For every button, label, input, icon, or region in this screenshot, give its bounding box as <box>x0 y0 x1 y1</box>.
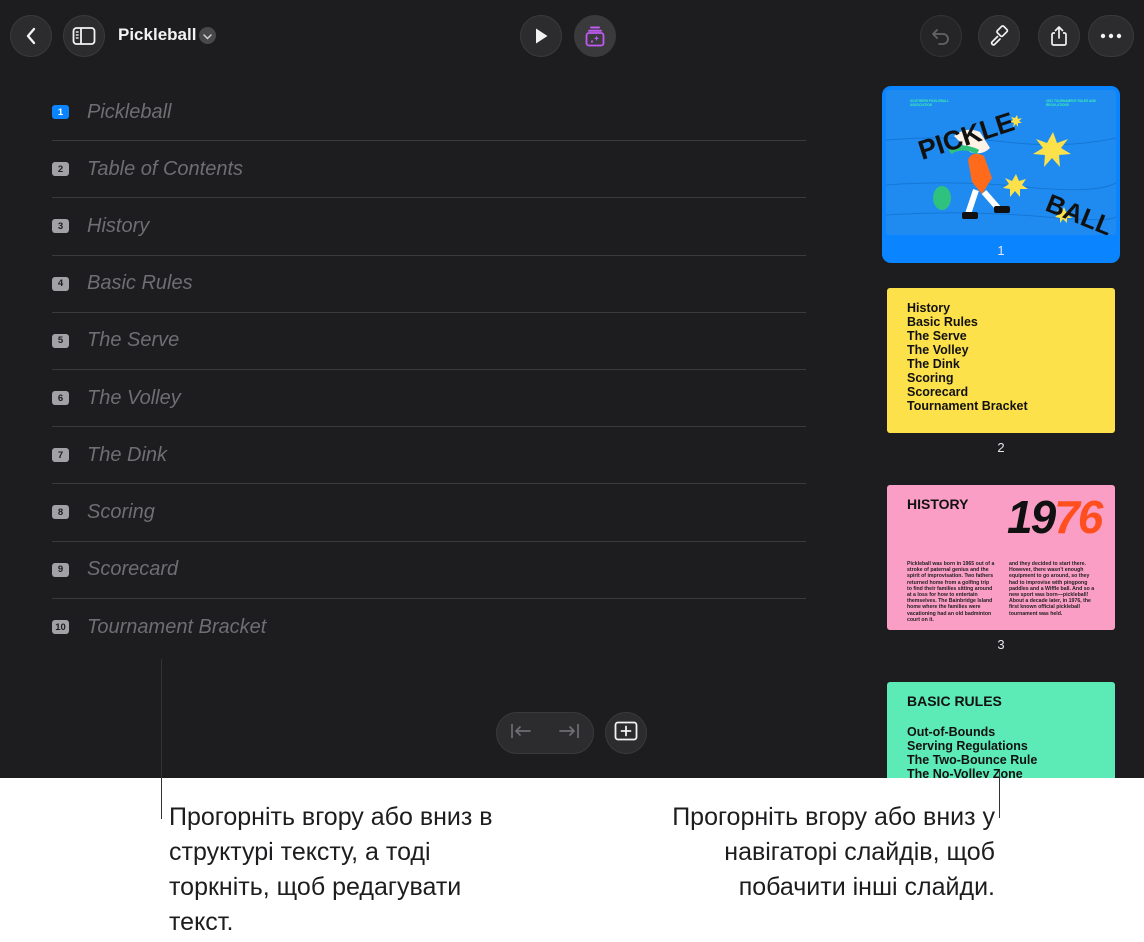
outline-row[interactable]: 5 The Serve <box>52 313 806 370</box>
outline-slide-number: 2 <box>52 162 69 177</box>
slide-list-line: The Volley <box>907 343 969 357</box>
slide-list-line: Serving Regulations <box>907 739 1028 753</box>
slide-list-line: History <box>907 301 951 315</box>
slide3-year: 1976 <box>1007 491 1103 543</box>
slide-thumbnail-2[interactable]: History Basic Rules The Serve The Volley The… <box>887 288 1115 433</box>
outline-slide-title[interactable]: The Dink <box>87 444 167 467</box>
callout-outline: Прогорніть вгору або вниз в структурі те… <box>169 803 493 936</box>
outline-slide-title[interactable]: Scorecard <box>87 558 178 581</box>
outline-row[interactable]: 10 Tournament Bracket <box>52 599 806 656</box>
paintbrush-icon <box>988 25 1010 47</box>
outline-slide-number: 10 <box>52 620 69 635</box>
more-icon <box>1100 33 1122 39</box>
outline-slide-number: 9 <box>52 562 69 577</box>
undo-icon <box>930 27 952 45</box>
outline-slide-title[interactable]: Tournament Bracket <box>87 616 266 639</box>
indent-controls <box>496 712 594 754</box>
outline-row[interactable]: 1 Pickleball <box>52 84 806 142</box>
outline-row[interactable]: 7 The Dink <box>52 427 806 485</box>
outline-row[interactable]: 9 Scorecard <box>52 542 806 599</box>
outline-slide-title[interactable]: Scoring <box>87 501 155 524</box>
slide-number-1: 1 <box>997 243 1005 258</box>
slide-list-line: Scoring <box>907 371 954 385</box>
outline-slide-number: 4 <box>52 276 69 291</box>
share-icon <box>1049 25 1069 47</box>
outline-slide-title[interactable]: The Serve <box>87 329 179 352</box>
add-slide-button[interactable] <box>605 712 647 754</box>
slide-list-line: The Dink <box>907 357 960 371</box>
slide4-rules-list: Out-of-Bounds Serving Regulations The Two-… <box>907 725 1037 778</box>
add-slide-icon <box>614 721 638 746</box>
outdent-button[interactable] <box>510 723 532 744</box>
slide-number-3: 3 <box>997 637 1005 652</box>
slide4-heading: BASIC RULES <box>907 693 1002 709</box>
callout-navigator: Прогорніть вгору або вниз у навігаторі с… <box>672 803 995 901</box>
slide-list-line: Tournament Bracket <box>907 399 1028 413</box>
sidebar-toggle-button[interactable] <box>63 15 105 57</box>
callout-line-right <box>999 770 1000 818</box>
outline-slide-number: 6 <box>52 391 69 406</box>
document-title[interactable]: Pickleball <box>118 25 196 45</box>
slide-thumbnail-1[interactable]: SOUTHERN PICKLEBALL ASSOCIATION 2021 TOU… <box>886 90 1116 235</box>
outline-slide-number: 7 <box>52 448 69 463</box>
play-button[interactable] <box>520 15 562 57</box>
outline-slide-number: 3 <box>52 219 69 234</box>
callout-line-left <box>161 659 162 819</box>
back-icon <box>24 26 38 46</box>
outline-row[interactable]: 6 The Volley <box>52 370 806 428</box>
more-button[interactable] <box>1088 15 1134 57</box>
slide-thumbnail-4[interactable]: BASIC RULES Out-of-Bounds Serving Regulat… <box>887 682 1115 778</box>
outline-slide-number: 8 <box>52 505 69 520</box>
slide-list-line: The Two-Bounce Rule <box>907 753 1038 767</box>
slide3-body-col1: Pickleball was born in 1965 out of a str… <box>907 561 995 623</box>
slide-list-line: Basic Rules <box>907 315 978 329</box>
sidebar-icon <box>72 26 96 46</box>
slide-list-line: The No-Volley Zone <box>907 767 1023 778</box>
slide1-word-top: PICKLE <box>915 107 1018 166</box>
slide-list-line: Out-of-Bounds <box>907 725 996 739</box>
outline-row[interactable]: 8 Scoring <box>52 484 806 542</box>
slide3-body-col2: and they decided to start there. However… <box>1009 561 1095 617</box>
animate-button[interactable] <box>574 15 616 57</box>
slide-number-2: 2 <box>997 440 1005 455</box>
slide3-heading: HISTORY <box>907 496 969 512</box>
animate-icon <box>584 25 606 47</box>
outline-slide-title[interactable]: Table of Contents <box>87 158 243 181</box>
slide-list-line: Scorecard <box>907 385 969 399</box>
outline-row[interactable]: 2 Table of Contents <box>52 141 806 199</box>
outline-slide-title[interactable]: The Volley <box>87 387 181 410</box>
undo-button[interactable] <box>920 15 962 57</box>
slide2-contents-list: History Basic Rules The Serve The Volley The… <box>907 301 1028 413</box>
slide-list-line: The Serve <box>907 329 967 343</box>
outline-slide-number: 1 <box>52 105 69 120</box>
outline-slide-title[interactable]: Pickleball <box>87 101 171 124</box>
outline-slide-number: 5 <box>52 333 69 348</box>
format-button[interactable] <box>978 15 1020 57</box>
indent-button[interactable] <box>558 723 580 744</box>
outline-row[interactable]: 3 History <box>52 198 806 256</box>
outline-slide-title[interactable]: History <box>87 215 149 238</box>
slide1-word-bottom: BALL <box>1042 188 1116 235</box>
share-button[interactable] <box>1038 15 1080 57</box>
play-icon <box>533 27 549 45</box>
back-button[interactable] <box>10 15 52 57</box>
outline-row[interactable]: 4 Basic Rules <box>52 256 806 313</box>
text-outline[interactable]: 1 Pickleball 2 Table of Contents 3 History 4 Ba… <box>52 84 806 656</box>
title-menu-button[interactable] <box>199 27 216 44</box>
slide1-illustration: PICKLE BALL <box>886 107 1116 235</box>
slide-thumbnail-3[interactable]: HISTORY 1976 Pickleball was born in 1965… <box>887 485 1115 630</box>
outline-slide-title[interactable]: Basic Rules <box>87 272 193 295</box>
keynote-app: Pickleball 1 Pickleball 2 Table of Contents… <box>0 0 1144 778</box>
chevron-down-icon <box>203 27 212 45</box>
